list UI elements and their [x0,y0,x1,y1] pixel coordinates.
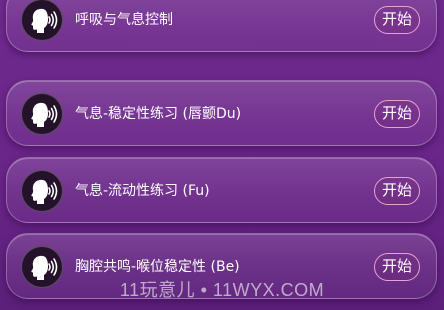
exercise-title: 呼吸与气息控制 [75,12,173,28]
speaking-head-icon [21,93,63,135]
speaking-head-icon [21,246,63,288]
start-button[interactable]: 开始 [374,253,420,281]
exercise-card[interactable]: 胸腔共鸣-喉位稳定性 (Be) 开始 [6,233,437,299]
exercise-list: 呼吸与气息控制 开始 气息-稳定性练习 (唇颤Du) 开始 气息-流动性练习 (… [0,0,444,310]
exercise-card[interactable]: 气息-流动性练习 (Fu) 开始 [6,157,437,223]
exercise-card[interactable]: 气息-稳定性练习 (唇颤Du) 开始 [6,80,437,146]
speaking-head-icon [21,0,63,41]
exercise-title: 气息-流动性练习 (Fu) [75,183,210,199]
exercise-card[interactable]: 呼吸与气息控制 开始 [6,0,437,52]
start-button[interactable]: 开始 [374,177,420,205]
speaking-head-icon [21,170,63,212]
start-button[interactable]: 开始 [374,100,420,128]
start-button[interactable]: 开始 [374,6,420,34]
exercise-title: 气息-稳定性练习 (唇颤Du) [75,106,242,122]
exercise-title: 胸腔共鸣-喉位稳定性 (Be) [75,259,240,275]
